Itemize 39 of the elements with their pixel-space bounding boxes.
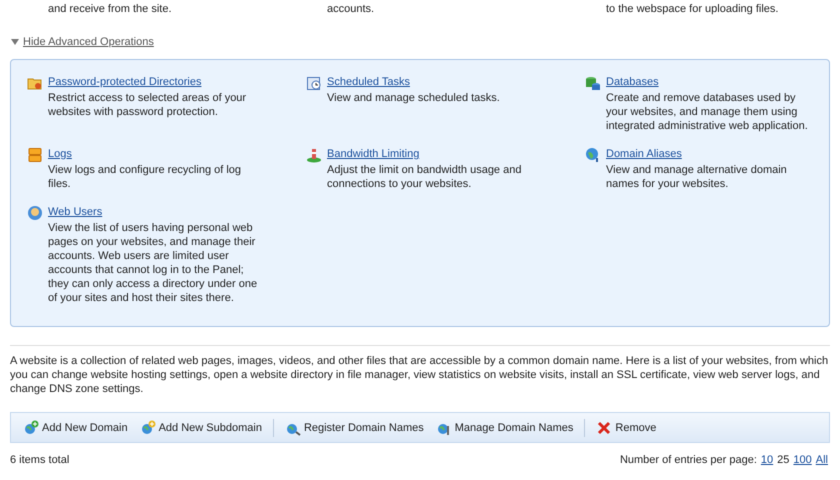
entries-per-page-label: Number of entries per page: (620, 454, 757, 466)
page-size-link[interactable]: 100 (793, 454, 812, 466)
operation-link[interactable]: Password-protected Directories (48, 75, 258, 89)
tower-icon (306, 147, 322, 163)
operation-link[interactable]: Domain Aliases (606, 147, 816, 161)
toolbar-button[interactable]: Register Domain Names (280, 418, 428, 438)
operation-link[interactable]: Bandwidth Limiting (327, 147, 537, 161)
operation-link[interactable]: Scheduled Tasks (327, 75, 537, 89)
operation-link[interactable]: Databases (606, 75, 816, 89)
intro-paragraph: A website is a collection of related web pages, images, videos, and other files that are accessible by a common domain name. Here is a list of your websites, from which you can change website hosting settings, open a website directory in file manager, view statistics on website visits, install an SSL certificate, view web server logs, and change DNS zone settings. (10, 354, 830, 396)
description-text: and receive from the site. (48, 2, 173, 16)
description-text: to the webspace for uploading files. (606, 2, 780, 16)
page-size-link[interactable]: 10 (760, 454, 774, 466)
operation-link[interactable]: Logs (48, 147, 258, 161)
operation-description: View and manage alternative domain names for your websites. (606, 163, 788, 191)
calendar-clock-icon (306, 75, 322, 91)
toolbar-button[interactable]: Manage Domain Names (432, 418, 578, 438)
description-text: accounts. (327, 2, 376, 16)
operation-description: View and manage scheduled tasks. (327, 91, 501, 105)
globe-plus-icon (23, 420, 39, 436)
operation-description: Create and remove databases used by your websites, and manage them using integrated administrative web application. (606, 91, 809, 133)
log-icon (27, 147, 43, 163)
page-size-link[interactable]: 25 (777, 454, 790, 466)
operation-description: Restrict access to selected areas of your websites with password protection. (48, 91, 248, 119)
page-size-link[interactable]: All (816, 454, 828, 466)
operation-link[interactable]: Web Users (48, 205, 258, 219)
database-icon (585, 75, 601, 91)
user-icon (27, 205, 43, 221)
operation-description: Adjust the limit on bandwidth usage and connections to your websites. (327, 163, 522, 191)
globe-plus-icon (140, 420, 156, 436)
toolbar-button[interactable]: Add New Subdomain (136, 418, 266, 438)
operation-description: View the list of users having personal web pages on your websites, and manage their accounts. Web users are limited user accounts that cannot log in to the Panel; they can only access a directory under one of your sites and host their sites there. (48, 221, 258, 305)
toolbar-button[interactable]: Remove (592, 418, 660, 438)
hide-advanced-link[interactable]: Hide Advanced Operations (23, 36, 154, 48)
operation-description: View logs and configure recycling of log files. (48, 163, 242, 191)
globe-icon (585, 147, 601, 163)
toolbar-button[interactable]: Add New Domain (19, 418, 132, 438)
close-icon (596, 420, 612, 436)
items-total-text: 6 items total (10, 454, 70, 466)
